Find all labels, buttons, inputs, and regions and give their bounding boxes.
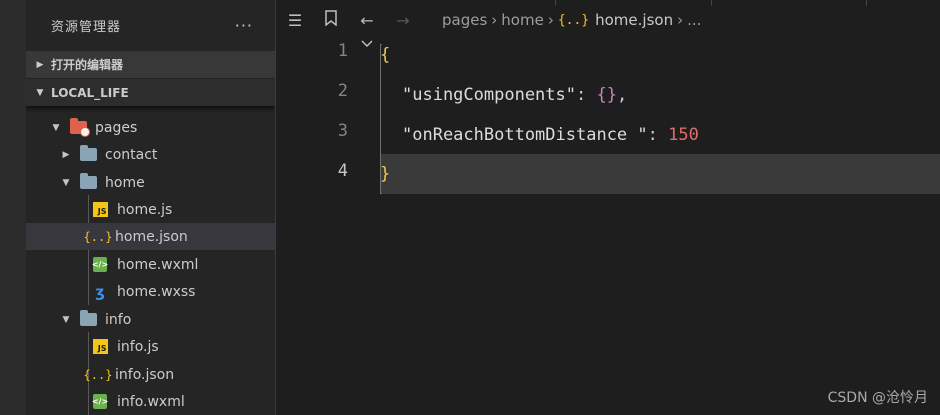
code-line: {: [380, 35, 940, 75]
chevron-down-icon: ▼: [52, 122, 60, 133]
list-icon[interactable]: ☰: [282, 11, 308, 30]
breadcrumb-item[interactable]: home: [501, 11, 544, 29]
tree-file-home-wxml[interactable]: </> home.wxml: [26, 251, 275, 278]
pages-folder-icon: [69, 118, 90, 137]
project-section[interactable]: ▼ LOCAL_LIFE: [26, 79, 275, 106]
folder-icon: [79, 145, 97, 164]
json-file-icon: {..}: [83, 367, 113, 382]
folder-open-icon: [79, 173, 97, 192]
tree-item-label: home.js: [117, 201, 173, 218]
tree-file-info-js[interactable]: JS info.js: [26, 333, 275, 360]
json-file-icon: {..}: [557, 12, 590, 28]
tree-file-home-js[interactable]: JS home.js: [26, 196, 275, 223]
js-file-icon: JS: [91, 201, 109, 219]
wxml-file-icon: </>: [91, 256, 109, 274]
open-editors-label: 打开的编辑器: [51, 58, 124, 72]
line-number: 1: [337, 41, 348, 61]
json-key: "onReachBottomDistance ": [402, 125, 648, 145]
json-colon: :: [647, 125, 669, 145]
tree-folder-contact[interactable]: ▶ contact: [26, 141, 275, 168]
code-line: "onReachBottomDistance ": 150: [380, 115, 940, 155]
tree-item-label: pages: [95, 119, 138, 136]
tree-file-home-wxss[interactable]: ʒ home.wxss: [26, 278, 275, 305]
explorer-header: 资源管理器 ···: [26, 0, 275, 50]
line-number: 2: [337, 81, 348, 101]
tree-folder-pages[interactable]: ▼ pages: [26, 114, 275, 141]
fold-chevron-icon[interactable]: [360, 38, 374, 52]
line-number: 4: [337, 161, 348, 181]
chevron-right-icon: ›: [677, 11, 684, 29]
tree-file-info-json[interactable]: {..} info.json: [26, 361, 275, 388]
breadcrumb: pages › home › {..} home.json › ...: [442, 11, 705, 29]
bookmark-icon[interactable]: [318, 10, 344, 30]
json-comma: ,: [616, 85, 628, 105]
chevron-right-icon: ▶: [36, 59, 44, 70]
explorer-sidebar: 资源管理器 ··· ▶ 打开的编辑器 ▼ LOCAL_LIFE ▼ pages …: [26, 0, 275, 415]
chevron-down-icon: ▼: [62, 177, 70, 188]
tree-item-label: info: [105, 311, 132, 328]
folder-open-icon: [79, 310, 97, 329]
json-colon: :: [576, 85, 597, 105]
open-editors-section[interactable]: ▶ 打开的编辑器: [26, 51, 275, 78]
tree-item-label: home.wxml: [117, 256, 199, 273]
chevron-right-icon: ›: [491, 11, 498, 29]
tree-folder-home[interactable]: ▼ home: [26, 169, 275, 196]
tree-item-label: info.js: [117, 338, 159, 355]
chevron-right-icon: ▶: [62, 149, 70, 160]
activity-bar: [0, 0, 26, 415]
tree-item-label: home.wxss: [117, 283, 196, 300]
back-arrow-icon[interactable]: ←: [354, 11, 380, 30]
tree-item-label: info.json: [115, 366, 175, 383]
json-file-icon: {..}: [83, 229, 113, 244]
tree-item-label: info.wxml: [117, 393, 185, 410]
tree-file-info-wxml[interactable]: </> info.wxml: [26, 388, 275, 415]
tree-item-label: home.json: [115, 228, 188, 245]
project-label: LOCAL_LIFE: [51, 85, 129, 100]
breadcrumb-item[interactable]: home.json: [595, 11, 673, 29]
watermark: CSDN @沧怜月: [827, 390, 928, 406]
code-line-current: }: [380, 154, 940, 194]
editor-toolbar: ☰ ← → pages › home › {..} home.json › ..…: [276, 0, 940, 40]
tree-file-home-json[interactable]: {..} home.json: [26, 223, 275, 250]
breadcrumb-item[interactable]: pages: [442, 11, 487, 29]
chevron-down-icon: ▼: [62, 314, 70, 325]
explorer-title: 资源管理器: [51, 19, 122, 35]
breadcrumb-item[interactable]: ...: [687, 11, 701, 29]
chevron-right-icon: ›: [547, 11, 554, 29]
json-key: "usingComponents": [402, 85, 576, 105]
tree-item-label: home: [105, 174, 145, 191]
chevron-down-icon: ▼: [36, 87, 44, 98]
css-file-icon: ʒ: [95, 282, 105, 301]
js-file-icon: JS: [91, 338, 109, 356]
json-value: {}: [596, 85, 617, 105]
forward-arrow-icon: →: [396, 10, 410, 30]
tree-folder-info[interactable]: ▼ info: [26, 306, 275, 333]
line-number: 3: [337, 121, 348, 141]
bracket-pair-guide: [380, 44, 382, 194]
tree-item-label: contact: [105, 146, 158, 163]
json-value: 150: [668, 125, 699, 145]
line-number-gutter: 1 2 3 4: [276, 38, 380, 415]
more-actions-icon[interactable]: ···: [235, 16, 253, 35]
code-line: "usingComponents": {},: [380, 75, 940, 115]
wxml-file-icon: </>: [91, 393, 109, 411]
code-editor[interactable]: { "usingComponents": {}, "onReachBottomD…: [380, 38, 940, 415]
